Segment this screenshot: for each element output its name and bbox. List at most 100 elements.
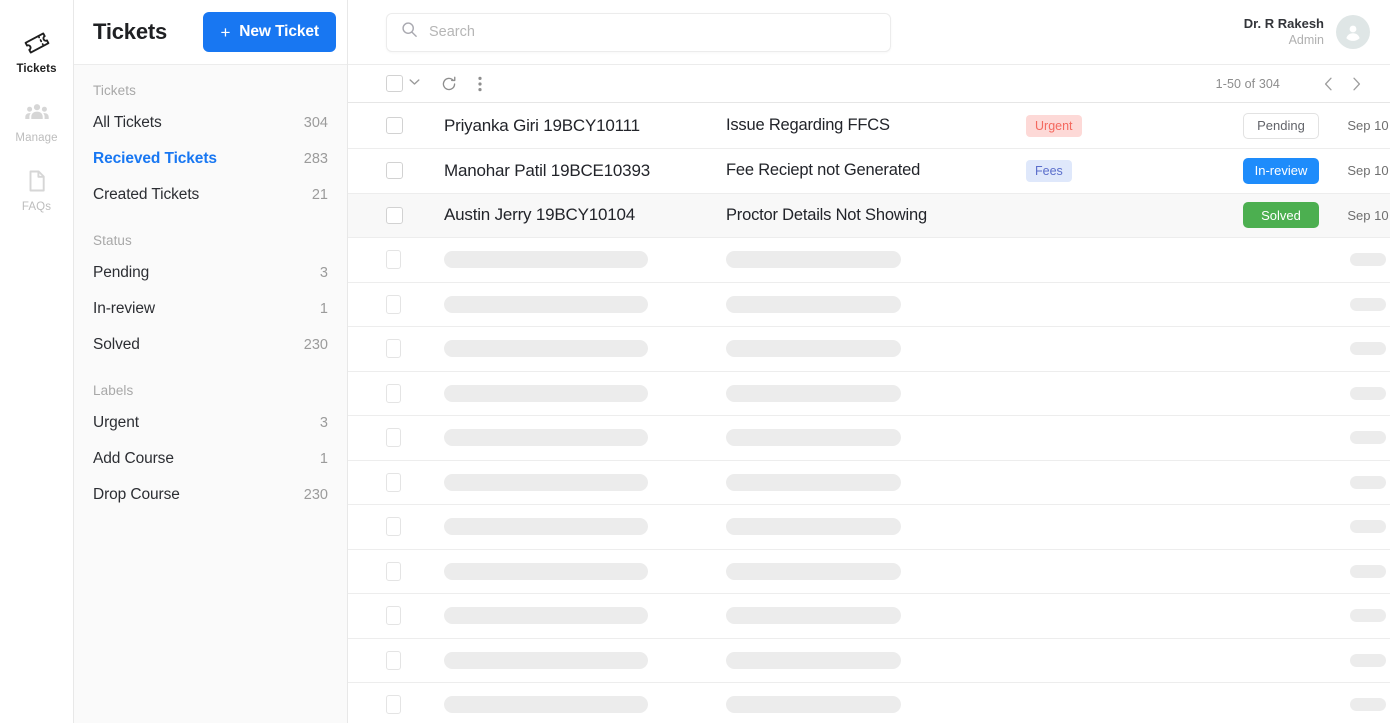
skeleton-bar [444, 429, 648, 447]
sidebar-item-count: 3 [319, 415, 328, 431]
rail-item-manage[interactable]: Manage [0, 97, 74, 144]
avatar[interactable] [1336, 14, 1370, 49]
table-row[interactable]: Manohar Patil 19BCE10393 Fee Reciept not… [348, 149, 1390, 194]
sidebar-item-label: Recieved Tickets [93, 150, 217, 167]
more-vertical-icon[interactable] [478, 76, 482, 92]
skeleton-bar [1350, 520, 1386, 534]
chevron-left-icon[interactable] [1314, 70, 1342, 98]
skeleton-row [348, 505, 1390, 550]
skeleton-bar [444, 518, 648, 536]
skeleton-subject-cell [726, 251, 1026, 269]
top-bar: Dr. R Rakesh Admin [348, 0, 1390, 65]
skeleton-requester-cell [444, 251, 726, 269]
skeleton-requester-cell [444, 696, 726, 714]
skeleton-bar [444, 384, 648, 402]
sidebar-item-label: Drop Course [93, 486, 180, 503]
search-input[interactable] [429, 24, 876, 40]
sidebar-item-add-course[interactable]: Add Course 1 [93, 441, 328, 477]
document-icon [24, 166, 50, 196]
skeleton-checkbox [386, 294, 401, 314]
skeleton-requester-cell [444, 562, 726, 580]
skeleton-date-cell [1346, 342, 1390, 356]
row-checkbox[interactable] [386, 206, 403, 224]
user-menu[interactable]: Dr. R Rakesh Admin [1244, 14, 1370, 49]
skeleton-checkbox [386, 517, 401, 537]
skeleton-bar [726, 651, 901, 669]
sidebar-item-in-review[interactable]: In-review 1 [93, 291, 328, 327]
sidebar-item-recieved-tickets[interactable]: Recieved Tickets 283 [93, 141, 328, 177]
search-icon [401, 21, 418, 43]
sidebar-item-label: Solved [93, 336, 140, 353]
plus-icon: + [220, 22, 231, 42]
row-checkbox[interactable] [386, 162, 403, 180]
skeleton-requester-cell [444, 340, 726, 358]
rail-item-tickets[interactable]: Tickets [0, 28, 74, 75]
row-checkbox[interactable] [386, 117, 403, 134]
skeleton-date-cell [1346, 698, 1390, 712]
select-all-checkbox[interactable] [386, 75, 403, 92]
sidebar-item-label: Pending [93, 264, 150, 281]
user-name: Dr. R Rakesh [1243, 15, 1324, 31]
status-badge[interactable]: Pending [1243, 112, 1319, 139]
user-info: Dr. R Rakesh Admin [1244, 15, 1324, 49]
refresh-icon[interactable] [440, 75, 458, 93]
sidebar-item-pending[interactable]: Pending 3 [93, 255, 328, 291]
skeleton-bar [726, 562, 901, 580]
skeleton-row [348, 639, 1390, 683]
rail-item-faqs[interactable]: FAQs [0, 166, 74, 213]
new-ticket-label: New Ticket [239, 23, 319, 40]
sidebar-item-count: 230 [303, 337, 328, 353]
skeleton-bar [1350, 475, 1386, 489]
skeleton-requester-cell [444, 607, 726, 625]
sidebar-item-created-tickets[interactable]: Created Tickets 21 [93, 177, 328, 213]
sidebar: Tickets + New Ticket Tickets All Tickets… [74, 0, 348, 723]
label-badge[interactable]: Fees [1026, 159, 1072, 182]
table-row[interactable]: Austin Jerry 19BCY10104 Proctor Details … [348, 193, 1390, 238]
ticket-requester-cell: Manohar Patil 19BCE10393 [444, 161, 726, 181]
sidebar-header: Tickets + New Ticket [74, 0, 347, 65]
table-row[interactable]: Priyanka Giri 19BCY10111 Issue Regarding… [348, 103, 1390, 149]
row-checkbox-cell [386, 561, 444, 581]
skeleton-date-cell [1346, 475, 1390, 489]
sidebar-item-all-tickets[interactable]: All Tickets 304 [93, 105, 328, 141]
skeleton-bar [1350, 253, 1386, 267]
row-checkbox-cell [386, 517, 444, 537]
nav-section-title-status: Status [93, 233, 132, 248]
skeleton-subject-cell [726, 384, 1026, 402]
skeleton-subject-cell [726, 696, 1026, 714]
skeleton-subject-cell [726, 340, 1026, 358]
ticket-date-cell: Sep 10 [1346, 208, 1390, 223]
skeleton-bar [726, 473, 901, 491]
chevron-right-icon[interactable] [1342, 70, 1370, 98]
ticket-subject: Fee Reciept not Generated [726, 161, 921, 180]
skeleton-requester-cell [444, 429, 726, 447]
ticket-icon [23, 28, 51, 58]
pagination: 1-50 of 304 [1216, 70, 1370, 98]
skeleton-checkbox [386, 695, 401, 715]
skeleton-date-cell [1346, 609, 1390, 623]
row-checkbox-cell [386, 339, 444, 359]
skeleton-date-cell [1346, 653, 1390, 667]
sidebar-item-label: Urgent [93, 414, 139, 431]
ticket-status-cell: In-review [1216, 157, 1346, 184]
search-box[interactable] [386, 12, 891, 52]
new-ticket-button[interactable]: + New Ticket [203, 12, 336, 52]
skeleton-row [348, 416, 1390, 461]
skeleton-requester-cell [444, 295, 726, 313]
skeleton-checkbox [386, 561, 401, 581]
sidebar-item-label: Add Course [93, 450, 174, 467]
sidebar-item-urgent[interactable]: Urgent 3 [93, 405, 328, 441]
ticket-date: Sep 10 [1347, 163, 1389, 179]
nav-section-title-labels: Labels [93, 383, 134, 398]
sidebar-item-drop-course[interactable]: Drop Course 230 [93, 477, 328, 513]
status-badge[interactable]: Solved [1243, 202, 1319, 229]
ticket-date-cell: Sep 10 [1346, 118, 1390, 133]
label-badge[interactable]: Urgent [1026, 114, 1082, 137]
sidebar-item-solved[interactable]: Solved 230 [93, 327, 328, 363]
skeleton-date-cell [1346, 520, 1390, 534]
row-checkbox-cell [386, 206, 444, 224]
skeleton-row [348, 594, 1390, 639]
status-badge[interactable]: In-review [1243, 157, 1319, 184]
skeleton-requester-cell [444, 651, 726, 669]
chevron-down-icon[interactable] [409, 78, 420, 89]
